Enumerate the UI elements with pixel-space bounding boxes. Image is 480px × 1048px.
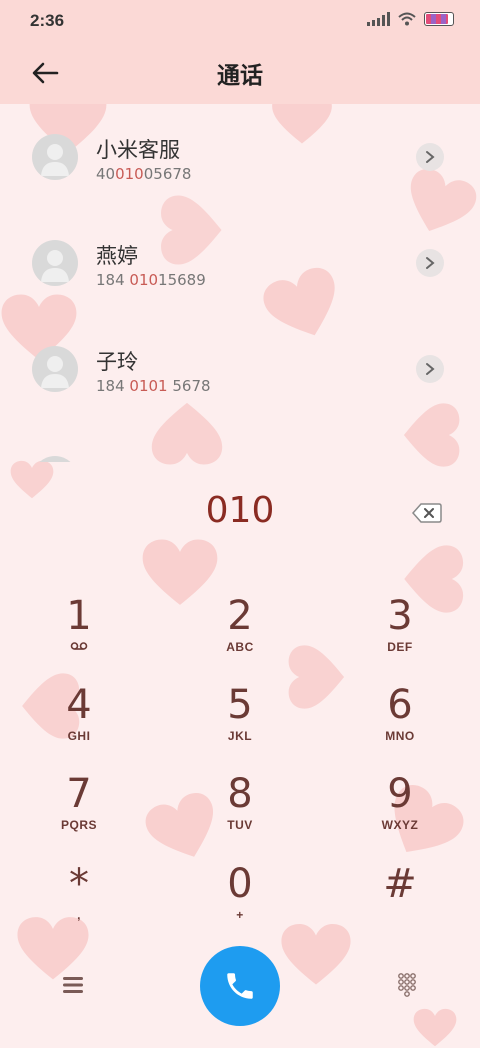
contact-suggestion-list: 小米客服 4001005678 燕婷 184 01015689 子玲 184 0… [0,104,480,462]
keypad-key-0[interactable]: 0 + [165,862,315,942]
contact-row[interactable]: 小米客服 4001005678 [0,104,480,210]
key-digit: 8 [227,771,253,817]
key-letters: PQRS [60,818,97,832]
avatar [32,134,78,180]
keypad-key-hash[interactable]: # [325,862,475,942]
key-letters: MNO [385,729,415,743]
voicemail-icon [70,642,88,650]
contact-number: 4001005678 [96,165,191,183]
app-header: 通话 [0,42,480,104]
contact-row[interactable]: 燕婷 184 01015689 [0,210,480,316]
keypad-key-1[interactable]: 1 [4,594,154,674]
heart-decoration [400,1008,470,1048]
number-prefix: 40 [96,165,116,183]
contact-detail-button[interactable] [416,249,444,277]
key-digit: 6 [387,682,413,728]
key-digit: 3 [387,593,413,639]
key-digit: 1 [66,593,92,639]
chevron-right-icon [426,363,435,375]
key-letters: JKL [227,729,253,743]
dialpad-icon [398,973,416,997]
keypad-key-4[interactable]: 4 GHI [4,683,154,763]
contact-row[interactable]: 子玲 184 0101 5678 [0,316,480,422]
key-digit: 7 [66,771,92,817]
keypad-key-2[interactable]: 2 ABC [165,594,315,674]
wifi-icon [398,12,416,26]
keypad-key-9[interactable]: 9 WXYZ [325,772,475,852]
keypad-key-5[interactable]: 5 JKL [165,683,315,763]
contact-number: 184 0101 5678 [96,377,211,395]
key-letters: DEF [387,640,413,654]
number-match: 010 [129,271,159,289]
status-time: 2:36 [30,11,65,30]
key-letters: ABC [226,640,254,654]
key-digit: 2 [227,593,253,639]
key-digit: 0 [227,861,253,907]
contact-row[interactable] [0,422,480,462]
contact-number: 184 01015689 [96,271,206,289]
contact-detail-button[interactable] [416,143,444,171]
number-prefix: 184 [96,271,130,289]
battery-icon [424,12,454,26]
chevron-right-icon [426,151,435,163]
backspace-button[interactable] [411,502,442,524]
number-match: 0101 [129,377,168,395]
status-icons [367,12,454,26]
number-suffix: 15689 [158,271,206,289]
key-letters: + [236,908,244,922]
person-icon [41,356,69,388]
key-letters: WXYZ [381,818,419,832]
number-prefix: 184 [96,377,130,395]
key-digit: * [69,861,89,907]
backspace-icon [411,503,442,523]
number-suffix: 5678 [167,377,211,395]
key-digit: 9 [387,771,413,817]
key-letters: , [77,908,81,922]
page-title: 通话 [217,63,263,89]
key-digit: # [383,861,417,907]
key-letters: TUV [227,818,253,832]
number-suffix: 05678 [143,165,192,183]
phone-icon [227,973,253,999]
dial-display: 010 [0,462,480,562]
key-letters [4,640,154,654]
key-letters: GHI [67,729,91,743]
key-digit: 5 [227,682,253,728]
contact-name: 小米客服 [96,138,180,162]
keypad-key-7[interactable]: 7 PQRS [4,772,154,852]
keypad-key-6[interactable]: 6 MNO [325,683,475,763]
dialed-number[interactable]: 010 [0,490,480,531]
menu-icon [63,977,83,993]
dialpad-toggle-button[interactable] [392,970,422,1000]
keypad-key-8[interactable]: 8 TUV [165,772,315,852]
person-icon [41,250,69,282]
chevron-right-icon [426,257,435,269]
person-icon [41,144,69,176]
signal-icon [367,12,390,26]
keypad-key-star[interactable]: * , [4,862,154,942]
number-match: 010 [115,165,144,183]
avatar [32,240,78,286]
status-bar: 2:36 [0,0,480,42]
contact-name: 子玲 [96,350,138,374]
key-digit: 4 [66,682,92,728]
avatar [32,346,78,392]
contact-name: 燕婷 [96,244,138,268]
keypad-key-3[interactable]: 3 DEF [325,594,475,674]
contact-detail-button[interactable] [416,355,444,383]
menu-button[interactable] [58,970,88,1000]
call-button[interactable] [200,946,280,1026]
key-letters [325,908,475,922]
